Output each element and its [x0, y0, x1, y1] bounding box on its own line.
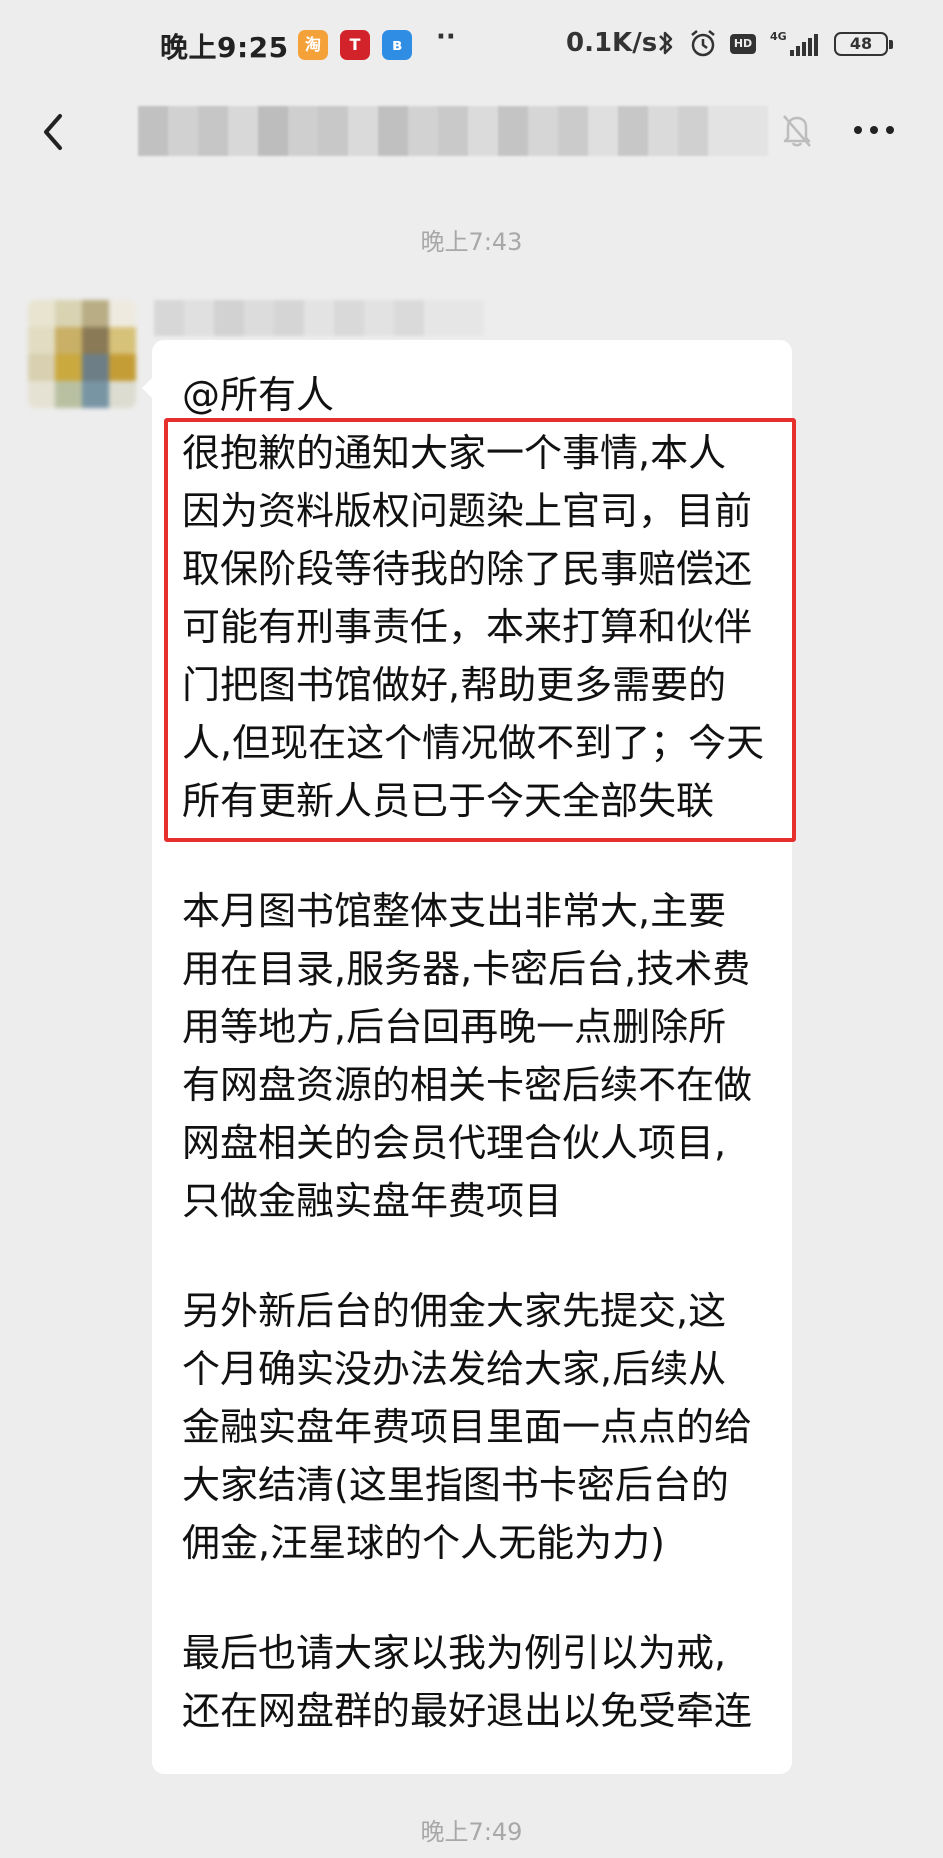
message-line: 本月图书馆整体支出非常大,主要: [182, 889, 727, 933]
battery-level: 48: [849, 34, 873, 53]
message-line: 用在目录,服务器,卡密后台,技术费: [182, 947, 751, 991]
message-line: 门把图书馆做好,帮助更多需要的: [182, 663, 727, 707]
network-type: 4G: [770, 30, 787, 43]
battery-icon: 48: [834, 32, 893, 56]
message-line: 金融实盘年费项目里面一点点的给: [182, 1405, 753, 1449]
more-options-button[interactable]: [850, 110, 898, 150]
group-name-redacted: [138, 106, 768, 156]
status-time: 晚上9:25: [160, 31, 289, 64]
back-button[interactable]: [26, 102, 86, 162]
message-timestamp: 晚上7:43: [420, 228, 523, 256]
net-speed: 0.1K/s: [566, 28, 658, 58]
sender-name-redacted: [154, 300, 484, 336]
message-line: 佣金,汪星球的个人无能为力): [182, 1521, 665, 1565]
message-line: 网盘相关的会员代理合伙人项目,: [182, 1121, 727, 1165]
message-line: 取保阶段等待我的除了民事赔偿还: [182, 547, 753, 591]
message-line: 另外新后台的佣金大家先提交,这: [182, 1289, 727, 1333]
message-line: 所有更新人员已于今天全部失联: [182, 779, 715, 823]
sender-avatar[interactable]: [28, 300, 136, 408]
bluetooth-app-icon: ʙ: [382, 30, 412, 60]
tesla-app-icon: T: [340, 30, 370, 60]
chat-header: [0, 88, 943, 184]
message-line: 个月确实没办法发给大家,后续从: [182, 1347, 727, 1391]
hd-icon: HD: [730, 34, 756, 54]
taobao-app-icon: 淘: [298, 30, 328, 60]
bluetooth-icon: [656, 28, 676, 64]
message-line: 可能有刑事责任，本来打算和伙伴: [182, 605, 753, 649]
alarm-icon: [688, 28, 718, 64]
signal-icon: [786, 34, 818, 56]
message-line: 最后也请大家以我为例引以为戒,: [182, 1631, 727, 1675]
message-line: 只做金融实盘年费项目: [182, 1179, 563, 1223]
status-bar: 晚上9:25 淘 T ʙ ·· 0.1K/s HD 4G 48: [0, 0, 943, 88]
chevron-left-icon: [44, 114, 62, 150]
message-line: 有网盘资源的相关卡密后续不在做: [182, 1063, 753, 1107]
message-timestamp: 晚上7:49: [420, 1818, 523, 1846]
mention-all[interactable]: @所有人: [182, 366, 334, 424]
message-line: 因为资料版权问题染上官司，目前: [182, 489, 753, 533]
notification-dots: ··: [436, 22, 456, 52]
mute-bell-icon: [780, 112, 814, 148]
message-line: 大家结清(这里指图书卡密后台的: [182, 1463, 729, 1507]
message-line: 用等地方,后台回再晚一点删除所: [182, 1005, 727, 1049]
message-line: 很抱歉的通知大家一个事情,本人: [182, 431, 727, 475]
more-dots-icon: [854, 126, 894, 134]
message-line: 人,但现在这个情况做不到了；今天: [182, 721, 765, 765]
message-line: 还在网盘群的最好退出以免受牵连: [182, 1689, 753, 1733]
